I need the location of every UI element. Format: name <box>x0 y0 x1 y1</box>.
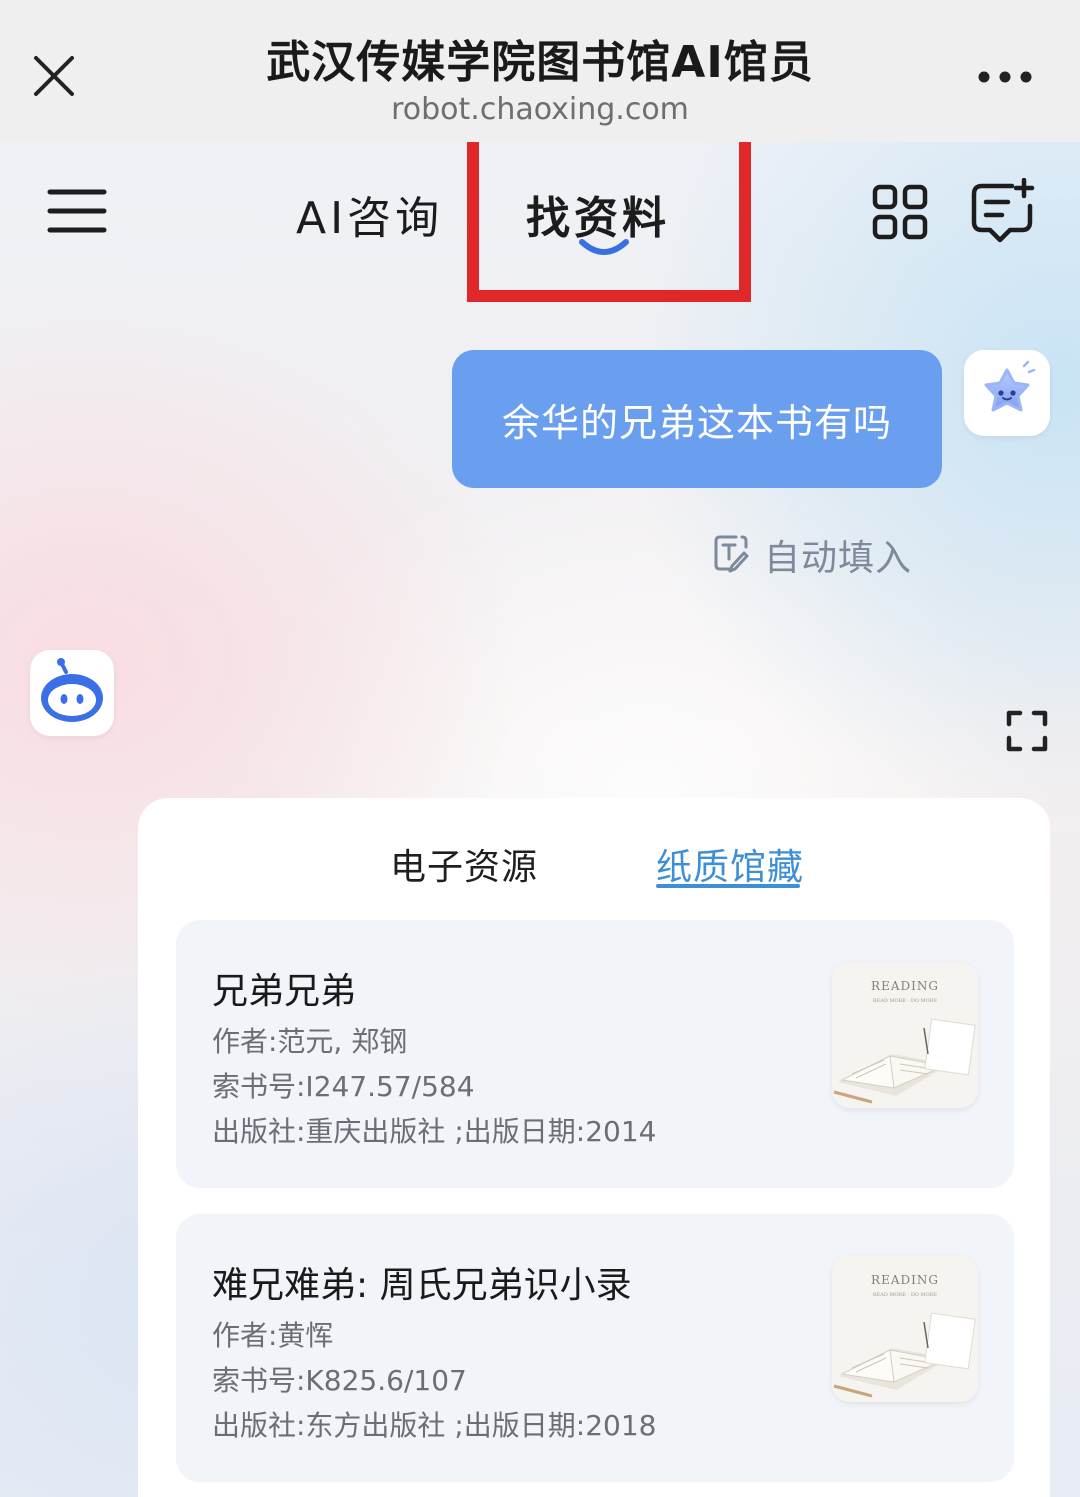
user-message-text: 余华的兄弟这本书有吗 <box>501 400 892 445</box>
book-call-number: 索书号:I247.57/584 <box>212 1070 475 1103</box>
tab-paper-collection[interactable]: 纸质馆藏 <box>656 838 804 890</box>
book-author: 作者:范元, 郑钢 <box>212 1025 408 1058</box>
chat-area: AI咨询 找资料 余华的兄弟这本书有吗 自动填入 电子资源 纸质馆藏 兄弟兄弟 … <box>0 142 1080 1497</box>
book-author: 作者:黄恽 <box>212 1319 334 1352</box>
user-message-bubble: 余华的兄弟这本书有吗 <box>452 350 942 488</box>
book-item[interactable]: 难兄难弟: 周氏兄弟识小录 作者:黄恽 索书号:K825.6/107 出版社:东… <box>176 1214 1014 1482</box>
browser-top-bar: 武汉传媒学院图书馆AI馆员 robot.chaoxing.com <box>0 0 1080 142</box>
book-cover-image: READING READ MORE · DO MORE <box>832 962 978 1108</box>
page-url: robot.chaoxing.com <box>391 92 689 127</box>
autofill-label: 自动填入 <box>764 538 913 579</box>
book-publisher: 出版社:东方出版社 ;出版日期:2018 <box>212 1409 657 1442</box>
book-publisher: 出版社:重庆出版社 ;出版日期:2014 <box>212 1115 657 1148</box>
book-cover-text: READING <box>871 979 939 993</box>
tab-active-underline <box>656 884 800 888</box>
page-title: 武汉传媒学院图书馆AI馆员 <box>266 37 814 88</box>
book-cover-image: READING READ MORE · DO MORE <box>832 1256 978 1402</box>
book-cover-subtext: READ MORE · DO MORE <box>873 1292 938 1298</box>
tab-electronic-resources[interactable]: 电子资源 <box>390 838 538 890</box>
grid-icon[interactable] <box>872 184 928 240</box>
star-avatar-icon <box>964 350 1050 436</box>
more-icon[interactable] <box>972 60 1038 94</box>
book-cover-subtext: READ MORE · DO MORE <box>873 998 938 1004</box>
expand-icon[interactable] <box>1006 710 1048 752</box>
book-call-number: 索书号:K825.6/107 <box>212 1364 467 1397</box>
book-item[interactable]: 兄弟兄弟 作者:范元, 郑钢 索书号:I247.57/584 出版社:重庆出版社… <box>176 920 1014 1188</box>
book-cover-text: READING <box>871 1273 939 1287</box>
tab-find-resources[interactable]: 找资料 <box>526 182 670 246</box>
edit-icon <box>712 533 750 577</box>
search-result-card: 电子资源 纸质馆藏 兄弟兄弟 作者:范元, 郑钢 索书号:I247.57/584… <box>138 798 1050 1497</box>
active-tab-indicator <box>578 238 630 258</box>
tab-ai-consult[interactable]: AI咨询 <box>296 182 443 246</box>
menu-icon[interactable] <box>46 186 108 236</box>
bot-avatar-icon <box>30 650 114 736</box>
book-title: 兄弟兄弟 <box>212 971 357 1012</box>
new-chat-icon[interactable] <box>968 177 1038 244</box>
book-title: 难兄难弟: 周氏兄弟识小录 <box>212 1265 632 1306</box>
autofill-button[interactable]: 自动填入 <box>712 530 912 580</box>
